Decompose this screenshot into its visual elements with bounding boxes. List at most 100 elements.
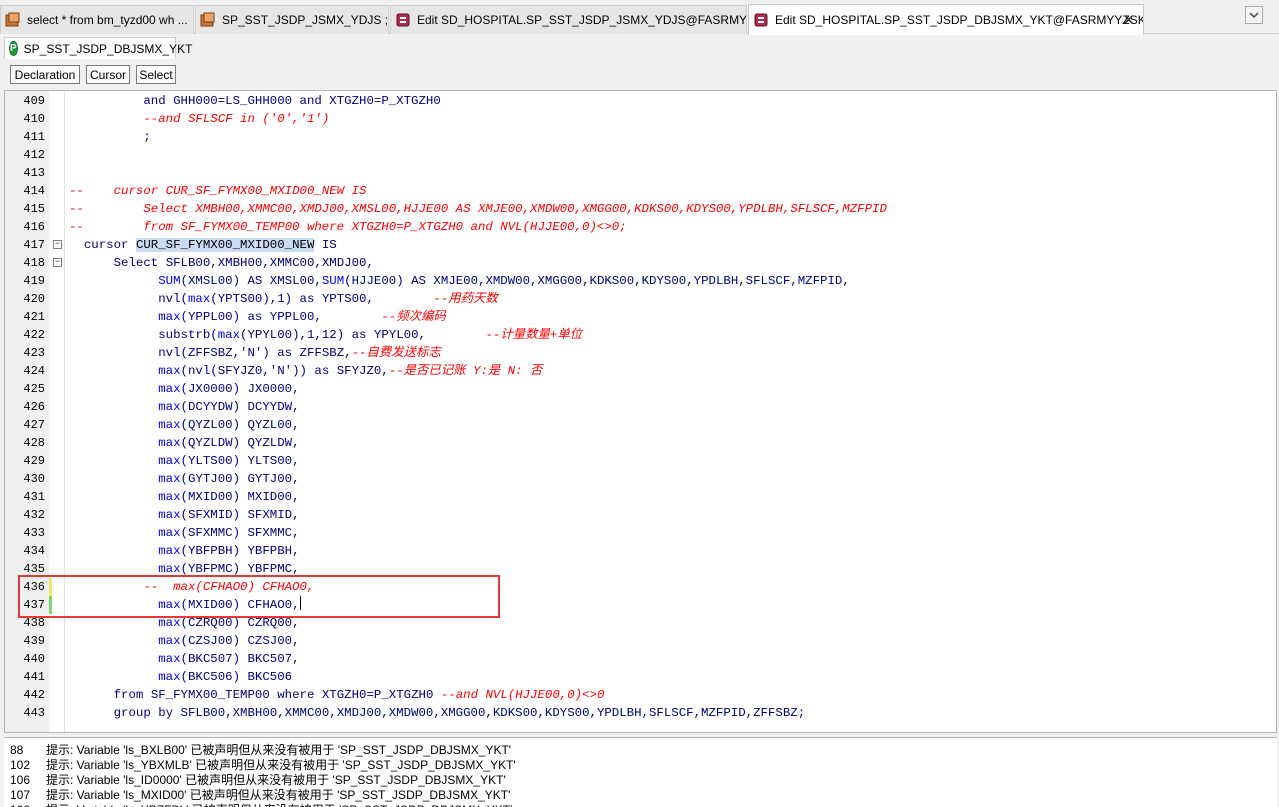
code-line[interactable]: 429 max(YLTS00) YLTS00, [5, 452, 1276, 470]
code-line[interactable]: 434 max(YBFPBH) YBFPBH, [5, 542, 1276, 560]
code-token: (HJJE00) [344, 274, 412, 288]
select-button[interactable]: Select [136, 65, 176, 84]
message-line-number: 102 [10, 758, 31, 772]
code-token: (CZSJ00) CZSJ00, [180, 634, 300, 648]
code-line[interactable]: 443 group by SFLB00,XMBH00,XMMC00,XMDJ00… [5, 704, 1276, 722]
code-line[interactable]: 422 substrb(max(YPYL00),1,12) as YPYL00,… [5, 326, 1276, 344]
code-text: -- Select XMBH00,XMMC00,XMDJ00,XMSL00,HJ… [69, 200, 887, 218]
code-token: (YPTS00),1) [210, 292, 300, 306]
code-line[interactable]: 428 max(QYZLDW) QYZLDW, [5, 434, 1276, 452]
code-text: -- cursor CUR_SF_FYMX00_MXID00_NEW IS [69, 182, 366, 200]
code-line[interactable]: 418− Select SFLB00,XMBH00,XMMC00,XMDJ00, [5, 254, 1276, 272]
declaration-button[interactable]: Declaration [10, 65, 80, 84]
code-text: substrb(max(YPYL00),1,12) as YPYL00, --计… [69, 326, 582, 344]
compiler-messages-panel[interactable]: 88 提示: Variable 'ls_BXLB00' 已被声明但从来没有被用于 … [4, 737, 1277, 807]
fold-toggle-icon[interactable]: − [53, 240, 62, 249]
code-token: (BKC507) BKC507, [180, 652, 300, 666]
code-token: max [158, 454, 181, 468]
fold-toggle-icon[interactable]: − [53, 258, 62, 267]
message-row[interactable]: 102 提示: Variable 'ls_YBXMLB' 已被声明但从来没有被用于… [10, 758, 516, 773]
chevron-down-icon [1249, 11, 1259, 18]
line-number: 411 [23, 130, 45, 144]
code-text: max(DCYYDW) DCYYDW, [69, 398, 299, 416]
message-row[interactable]: 88 提示: Variable 'ls_BXLB00' 已被声明但从来没有被用于 … [10, 743, 511, 758]
code-line[interactable]: 432 max(SFXMID) SFXMID, [5, 506, 1276, 524]
object-tab[interactable]: P SP_SST_JSDP_DBJSMX_YKT [4, 37, 192, 59]
code-token: SFLB00,XMBH00,XMMC00,XMDJ00, [165, 256, 374, 270]
code-token: (nvl(SFYJZ0,'N')) [180, 364, 315, 378]
code-token: max [158, 562, 181, 576]
code-line[interactable]: 440 max(BKC507) BKC507, [5, 650, 1276, 668]
code-line[interactable]: 409 and GHH000=LS_GHH000 and XTGZH0=P_XT… [5, 92, 1276, 110]
code-line[interactable]: 413 [5, 164, 1276, 182]
code-comment: -- Select XMBH00,XMMC00,XMDJ00,XMSL00,HJ… [69, 202, 887, 216]
code-text: ; [69, 128, 150, 146]
code-line[interactable]: 415 -- Select XMBH00,XMMC00,XMDJ00,XMSL00… [5, 200, 1276, 218]
tab-list-dropdown[interactable] [1245, 6, 1263, 24]
code-line[interactable]: 442 from SF_FYMX00_TEMP00 where XTGZH0=P… [5, 686, 1276, 704]
tab-sql-window-2[interactable]: SP_SST_JSDP_JSMX_YDJS ; SE ... [195, 5, 389, 34]
code-line[interactable]: 437 max(MXID00) CFHAO0, [5, 596, 1276, 614]
code-line[interactable]: 421 max(YPPL00) as YPPL00, --频次编码 [5, 308, 1276, 326]
code-text: max(QYZLDW) QYZLDW, [69, 434, 299, 452]
code-line[interactable]: 414 -- cursor CUR_SF_FYMX00_MXID00_NEW IS [5, 182, 1276, 200]
code-token: max [158, 634, 181, 648]
code-line[interactable]: 425 max(JX0000) JX0000, [5, 380, 1276, 398]
code-editor[interactable]: 409 and GHH000=LS_GHH000 and XTGZH0=P_XT… [4, 90, 1277, 733]
code-line[interactable]: 430 max(GYTJ00) GYTJ00, [5, 470, 1276, 488]
code-comment: --and NVL(HJJE00,0)<>0 [440, 688, 605, 702]
code-line[interactable]: 424 max(nvl(SFYJZ0,'N')) as SFYJZ0,--是否已… [5, 362, 1276, 380]
tab-edit-dbjsmx-ykt[interactable]: Edit SD_HOSPITAL.SP_SST_JSDP_DBJSMX_YKT@… [748, 4, 1144, 35]
code-token: and [143, 94, 174, 108]
code-line[interactable]: 423 nvl(ZFFSBZ,'N') as ZFFSBZ,--自费发送标志 [5, 344, 1276, 362]
code-line[interactable]: 419 SUM(XMSL00) AS XMSL00,SUM(HJJE00) AS… [5, 272, 1276, 290]
message-line-number: 107 [10, 788, 31, 802]
code-token: Select [113, 256, 166, 270]
code-text: max(YBFPMC) YBFPMC, [69, 560, 299, 578]
code-line[interactable]: 426 max(DCYYDW) DCYYDW, [5, 398, 1276, 416]
text-caret [299, 596, 301, 610]
code-line[interactable]: 439 max(CZSJ00) CZSJ00, [5, 632, 1276, 650]
code-token: cursor [83, 238, 136, 252]
code-line[interactable]: 441 max(BKC506) BKC506 [5, 668, 1276, 686]
tab-sql-window-1[interactable]: select * from bm_tyzd00 wh ... [0, 5, 194, 34]
code-line[interactable]: 436 -- max(CFHAO0) CFHAO0, [5, 578, 1276, 596]
line-number: 425 [23, 382, 45, 396]
code-comment: --计量数量+单位 [485, 328, 583, 342]
code-line[interactable]: 416 -- from SF_FYMX00_TEMP00 where XTGZH0… [5, 218, 1276, 236]
code-line[interactable]: 431 max(MXID00) MXID00, [5, 488, 1276, 506]
code-text: max(MXID00) MXID00, [69, 488, 299, 506]
code-token: (YLTS00) YLTS00, [180, 454, 300, 468]
code-line[interactable]: 412 [5, 146, 1276, 164]
object-tab-row: P SP_SST_JSDP_DBJSMX_YKT [0, 35, 1279, 60]
code-line[interactable]: 420 nvl(max(YPTS00),1) as YPTS00, --用药天数 [5, 290, 1276, 308]
message-row[interactable]: 106 提示: Variable 'ls_ID0000' 已被声明但从来没有被用于… [10, 773, 506, 788]
code-line[interactable]: 410 --and SFLSCF in ('0','1') [5, 110, 1276, 128]
code-token: nvl(ZFFSBZ,'N') [158, 346, 278, 360]
code-line[interactable]: 427 max(QYZL00) QYZL00, [5, 416, 1276, 434]
tab-edit-ydjs[interactable]: Edit SD_HOSPITAL.SP_SST_JSDP_JSMX_YDJS@F… [390, 5, 747, 34]
code-line[interactable]: 435 max(YBFPMC) YBFPMC, [5, 560, 1276, 578]
code-line[interactable]: 411 ; [5, 128, 1276, 146]
code-line[interactable]: 417− cursor CUR_SF_FYMX00_MXID00_NEW IS [5, 236, 1276, 254]
code-token: ZFFSBZ, [299, 346, 352, 360]
code-comment: -- max(CFHAO0) CFHAO0, [143, 580, 315, 594]
message-row[interactable]: 108提示: Variable 'ls_YBZFBL' 已被声明但从来没有被用于… [10, 803, 512, 807]
code-line[interactable]: 433 max(SFXMMC) SFXMMC, [5, 524, 1276, 542]
message-row[interactable]: 107 提示: Variable 'ls_MXID00' 已被声明但从来没有被用于… [10, 788, 510, 803]
line-number: 436 [23, 580, 45, 594]
cursor-button[interactable]: Cursor [86, 65, 130, 84]
code-token: (GYTJ00) GYTJ00, [180, 472, 300, 486]
line-number: 431 [23, 490, 45, 504]
code-line[interactable]: 438 max(CZRQ00) CZRQ00, [5, 614, 1276, 632]
close-tab-icon[interactable]: ✕ [1122, 11, 1135, 29]
